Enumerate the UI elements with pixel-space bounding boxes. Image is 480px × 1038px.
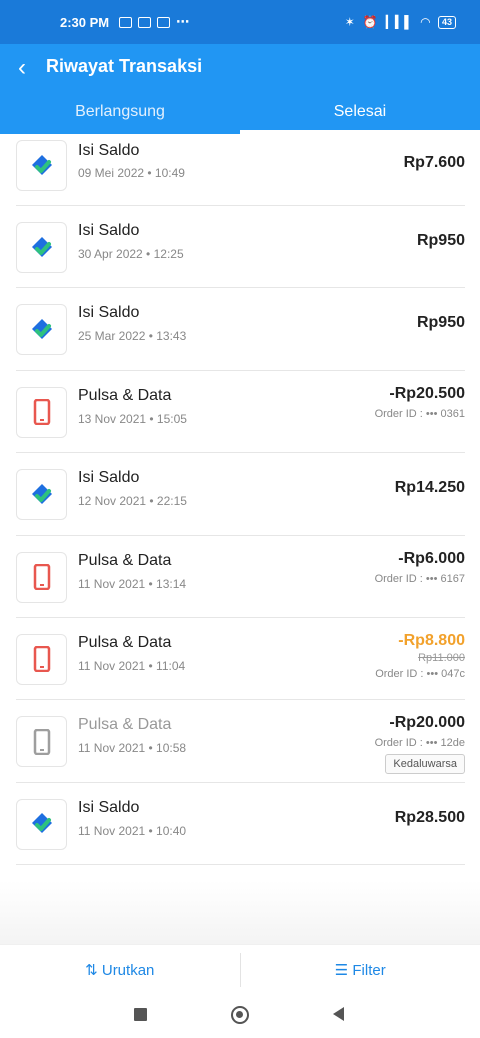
signal-icon: ▎▍▌ [385, 15, 413, 29]
transaction-date: 11 Nov 2021 • 13:14 [78, 576, 187, 591]
phone-icon [16, 551, 67, 603]
sort-icon: ⇅ [85, 961, 98, 979]
list-fade [0, 880, 480, 944]
wifi-icon: ◠ [420, 15, 430, 29]
transaction-amount: Rp28.500 [394, 808, 465, 826]
filter-icon: ☰ [334, 961, 349, 979]
transaction-amount: -Rp20.500 [389, 384, 465, 402]
transaction-type: Pulsa & Data [78, 551, 172, 569]
bottom-action-bar: ⇅ Urutkan ☰ Filter [0, 944, 480, 994]
transaction-row[interactable]: Isi Saldo 25 Mar 2022 • 13:43 Rp950 [16, 288, 465, 371]
transaction-row[interactable]: Pulsa & Data 13 Nov 2021 • 15:05 -Rp20.5… [16, 371, 465, 454]
transaction-type: Pulsa & Data [78, 633, 172, 651]
order-id: Order ID : ••• 0361 [374, 407, 465, 420]
transaction-date: 30 Apr 2022 • 12:25 [78, 247, 184, 261]
message-icon [119, 16, 133, 28]
phone-icon [16, 633, 67, 685]
sort-button[interactable]: ⇅ Urutkan [0, 961, 240, 979]
transaction-amount: -Rp20.000 [389, 714, 465, 732]
tab-berlangsung[interactable]: Berlangsung [0, 94, 240, 134]
transaction-type: Pulsa & Data [78, 716, 172, 734]
notification-icons: ⋯ [119, 14, 189, 30]
transaction-row[interactable]: Isi Saldo 09 Mei 2022 • 10:49 Rp7.600 [16, 134, 465, 206]
bluetooth-icon: ✶ [344, 15, 355, 29]
filter-button[interactable]: ☰ Filter [241, 961, 480, 979]
page-title: Riwayat Transaksi [46, 56, 203, 76]
filter-label: Filter [352, 961, 386, 979]
system-icons: ✶ ⏰ ▎▍▌ ◠ 43 [345, 15, 456, 29]
app-notification-icon [157, 16, 171, 28]
wallet-icon [16, 304, 67, 356]
wallet-icon [16, 140, 67, 191]
more-notifications-icon: ⋯ [176, 14, 190, 29]
transaction-date: 09 Mei 2022 • 10:49 [78, 166, 185, 180]
order-id: Order ID : ••• 12de [374, 737, 465, 750]
transaction-type: Isi Saldo [78, 304, 140, 322]
transaction-amount: Rp14.250 [394, 479, 465, 497]
app-bar: ‹ Riwayat Transaksi Berlangsung Selesai [0, 44, 480, 134]
transaction-type: Isi Saldo [78, 469, 140, 487]
nav-back-icon[interactable] [333, 1007, 344, 1021]
system-nav-bar [0, 994, 480, 1038]
transaction-type: Isi Saldo [78, 142, 140, 159]
tab-selesai[interactable]: Selesai [240, 94, 480, 134]
recent-apps-icon[interactable] [134, 1008, 147, 1021]
alarm-icon: ⏰ [362, 15, 378, 29]
discounted-amount: -Rp8.800 [398, 631, 465, 649]
tab-bar: Berlangsung Selesai [0, 94, 480, 134]
wallet-icon [16, 222, 67, 273]
transaction-amount: Rp7.600 [403, 154, 465, 171]
transaction-date: 12 Nov 2021 • 22:15 [78, 494, 187, 509]
transaction-type: Isi Saldo [78, 798, 140, 816]
transaction-type: Isi Saldo [78, 222, 140, 239]
phone-icon [16, 716, 67, 768]
transaction-row[interactable]: Pulsa & Data 11 Nov 2021 • 11:04 -Rp8.80… [16, 618, 465, 701]
transaction-row[interactable]: Isi Saldo 11 Nov 2021 • 10:40 Rp28.500 [16, 783, 465, 866]
sort-label: Urutkan [101, 961, 155, 979]
order-id: Order ID : ••• 6167 [374, 572, 465, 585]
status-bar: 2:30 PM ⋯ ✶ ⏰ ▎▍▌ ◠ 43 [0, 0, 480, 44]
phone-icon [16, 386, 67, 438]
wallet-icon [16, 469, 67, 521]
transaction-row[interactable]: Isi Saldo 12 Nov 2021 • 22:15 Rp14.250 [16, 453, 465, 536]
transaction-date: 11 Nov 2021 • 10:40 [78, 823, 187, 838]
transaction-row[interactable]: Pulsa & Data 11 Nov 2021 • 10:58 -Rp20.0… [16, 700, 465, 783]
transaction-row[interactable]: Isi Saldo 30 Apr 2022 • 12:25 Rp950 [16, 206, 465, 289]
transaction-amount: Rp950 [416, 232, 465, 249]
expired-badge: Kedaluwarsa [385, 754, 465, 775]
back-arrow-icon[interactable]: ‹ [10, 54, 34, 82]
transaction-row[interactable]: Pulsa & Data 11 Nov 2021 • 13:14 -Rp6.00… [16, 536, 465, 618]
status-time: 2:30 PM [60, 14, 110, 30]
transaction-date: 11 Nov 2021 • 11:04 [78, 658, 186, 673]
order-id: Order ID : ••• 047c [375, 667, 465, 680]
transaction-amount: -Rp6.000 [398, 549, 465, 567]
battery-icon: 43 [437, 15, 456, 29]
home-icon[interactable] [231, 1006, 249, 1024]
original-amount: Rp11.000 [418, 651, 465, 664]
wallet-icon [16, 798, 67, 850]
transaction-type: Pulsa & Data [78, 386, 172, 404]
transaction-date: 11 Nov 2021 • 10:58 [78, 741, 187, 756]
transaction-date: 25 Mar 2022 • 13:43 [78, 329, 187, 344]
message-icon [138, 16, 152, 28]
transaction-amount: Rp950 [416, 314, 465, 332]
transaction-list[interactable]: Isi Saldo 09 Mei 2022 • 10:49 Rp7.600 Is… [16, 134, 465, 944]
transaction-date: 13 Nov 2021 • 15:05 [78, 411, 187, 426]
